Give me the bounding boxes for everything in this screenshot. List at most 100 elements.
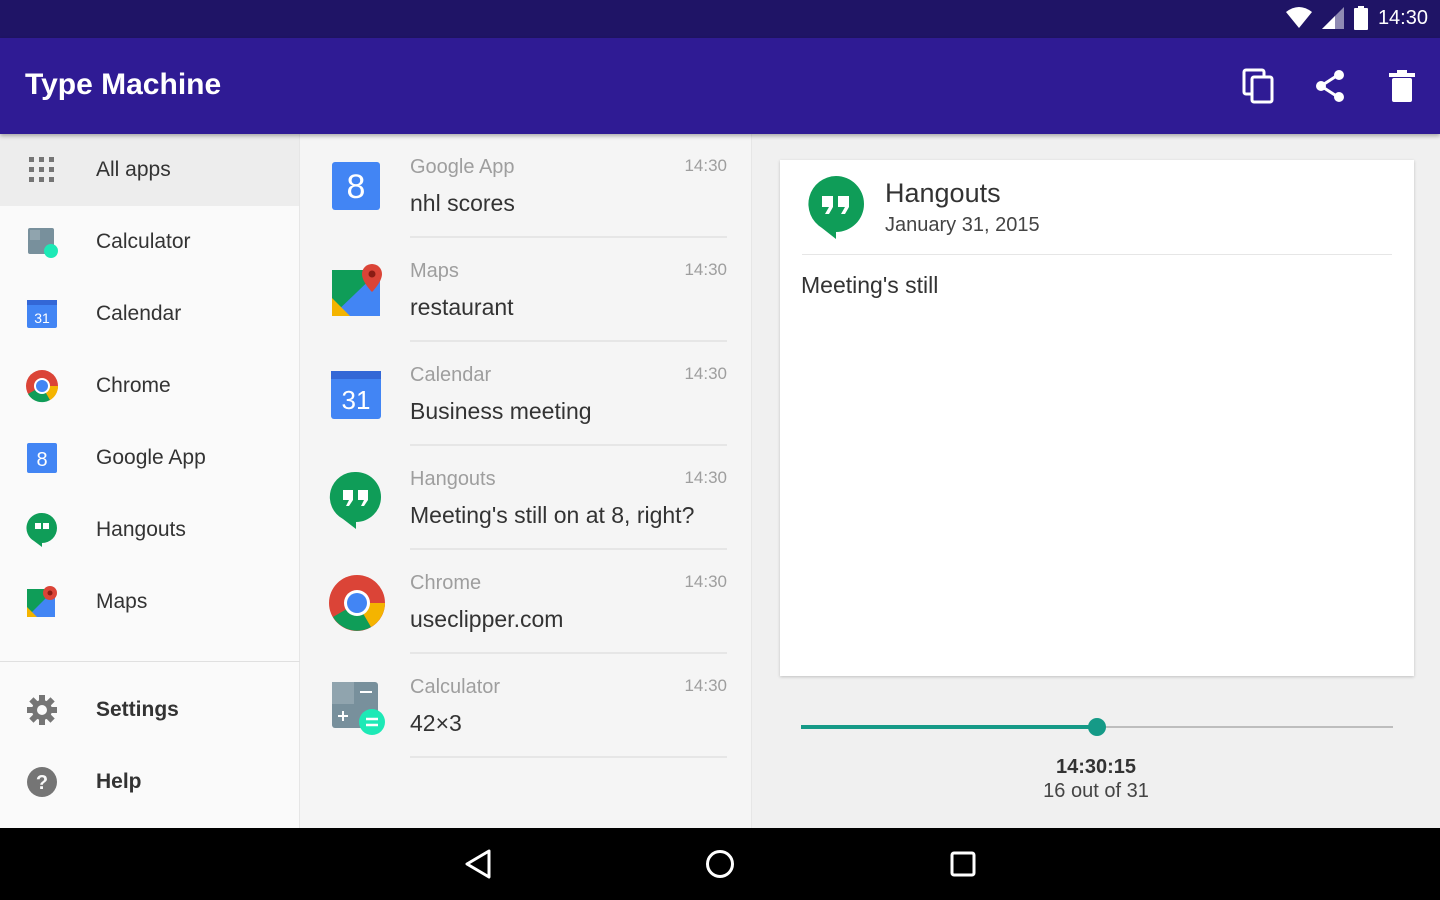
google-app-icon: 8	[328, 158, 384, 214]
svg-text:?: ?	[36, 772, 48, 794]
navigation-bar	[0, 828, 1440, 900]
list-item-app: Chrome	[410, 572, 482, 594]
app-title: Type Machine	[25, 68, 222, 101]
sidebar-item-label: Settings	[96, 698, 179, 721]
calendar-icon-text: 31	[342, 385, 371, 415]
list-item-text: 42×3	[410, 710, 462, 736]
list-item-text: restaurant	[410, 294, 514, 320]
detail-pane: Hangouts January 31, 2015 Meeting's stil…	[752, 134, 1440, 828]
calculator-icon	[24, 224, 60, 260]
google-app-icon-text: 8	[36, 449, 47, 471]
sidebar-item-label: Help	[96, 770, 142, 793]
sidebar: All apps Calculator 31 Calendar Chrome 8…	[0, 134, 300, 828]
calendar-icon: 31	[24, 296, 60, 332]
slider-position-text: 16 out of 31	[1043, 780, 1149, 802]
slider-timestamp: 14:30:15	[1055, 756, 1137, 778]
sidebar-item-label: Chrome	[96, 374, 171, 397]
sidebar-item-calculator[interactable]: Calculator	[0, 206, 299, 278]
calendar-icon-text: 31	[34, 310, 50, 326]
calculator-icon	[328, 678, 385, 735]
sidebar-item-maps[interactable]: Maps	[0, 566, 299, 638]
home-icon	[706, 850, 734, 878]
detail-date: January 31, 2015	[885, 214, 1040, 236]
sidebar-item-all-apps[interactable]: All apps	[0, 134, 299, 206]
hangouts-icon	[24, 512, 60, 548]
detail-divider	[802, 254, 1392, 255]
status-icons: 14:30	[1285, 6, 1428, 30]
delete-button[interactable]	[1382, 66, 1422, 106]
sidebar-item-help[interactable]: ? Help	[0, 746, 300, 818]
detail-app-name: Hangouts	[885, 178, 1001, 208]
chrome-icon	[24, 368, 60, 404]
sidebar-bottom: Settings ? Help	[0, 661, 300, 818]
hangouts-icon	[806, 174, 866, 240]
list-item-time: 14:30	[684, 676, 727, 695]
sidebar-item-label: Calendar	[96, 302, 182, 325]
list-item[interactable]: Calculator 14:30 42×3	[300, 654, 751, 758]
list-item-app: Hangouts	[410, 468, 496, 490]
share-button[interactable]	[1310, 66, 1350, 106]
detail-card: Hangouts January 31, 2015 Meeting's stil…	[780, 160, 1414, 676]
history-slider[interactable]	[801, 718, 1393, 736]
sidebar-item-settings[interactable]: Settings	[0, 674, 300, 746]
list-item[interactable]: 31 Calendar 14:30 Business meeting	[300, 342, 751, 446]
list-item[interactable]: Chrome 14:30 useclipper.com	[300, 550, 751, 654]
detail-body-text[interactable]: Meeting's still	[801, 272, 938, 299]
cell-signal-icon	[1321, 7, 1344, 29]
delete-icon	[1389, 70, 1415, 102]
list-item-time: 14:30	[684, 468, 727, 487]
list-item-time: 14:30	[684, 260, 727, 279]
sidebar-divider	[0, 661, 300, 662]
battery-icon	[1353, 6, 1368, 30]
gear-icon	[24, 692, 60, 728]
back-button[interactable]	[458, 844, 498, 884]
copy-icon	[1242, 68, 1274, 104]
list-item-time: 14:30	[684, 572, 727, 591]
list-item-text: nhl scores	[410, 190, 515, 216]
list-item-app: Google App	[410, 156, 515, 178]
google-app-icon-text: 8	[347, 168, 366, 206]
list-item-time: 14:30	[684, 364, 727, 383]
slider-thumb[interactable]	[1088, 718, 1106, 736]
share-icon	[1316, 70, 1344, 102]
maps-icon	[24, 584, 60, 620]
sidebar-item-calendar[interactable]: 31 Calendar	[0, 278, 299, 350]
hangouts-icon	[328, 470, 384, 529]
back-icon	[465, 849, 491, 879]
recents-button[interactable]	[943, 844, 983, 884]
list-item-time: 14:30	[684, 156, 727, 175]
home-button[interactable]	[700, 844, 740, 884]
wifi-icon	[1285, 7, 1312, 28]
sidebar-item-label: Calculator	[96, 230, 191, 253]
slider-fill	[801, 725, 1097, 729]
list-item[interactable]: Hangouts 14:30 Meeting's still on at 8, …	[300, 446, 751, 550]
sidebar-item-chrome[interactable]: Chrome	[0, 350, 299, 422]
sidebar-item-label: Maps	[96, 590, 148, 613]
list-item[interactable]: Maps 14:30 restaurant	[300, 238, 751, 342]
list-item-app: Maps	[410, 260, 459, 282]
google-app-icon: 8	[24, 440, 60, 476]
calendar-icon: 31	[328, 366, 384, 422]
apps-grid-icon	[24, 152, 60, 188]
chrome-icon	[328, 574, 385, 631]
sidebar-item-label: Google App	[96, 446, 206, 469]
list-item-text: useclipper.com	[410, 606, 564, 632]
list-item-app: Calendar	[410, 364, 492, 386]
list-item-app: Calculator	[410, 676, 501, 698]
recents-icon	[950, 851, 976, 877]
help-icon: ?	[24, 764, 60, 800]
list-divider	[410, 756, 727, 758]
list-item-text: Business meeting	[410, 398, 592, 424]
list-item-text: Meeting's still on at 8, right?	[410, 502, 695, 528]
status-time: 14:30	[1377, 6, 1428, 29]
sidebar-item-label: All apps	[96, 158, 171, 181]
copy-button[interactable]	[1238, 66, 1278, 106]
sidebar-item-hangouts[interactable]: Hangouts	[0, 494, 299, 566]
app-bar-actions	[1238, 66, 1422, 106]
status-bar: 14:30	[0, 0, 1440, 38]
app-bar: Type Machine	[0, 38, 1440, 134]
list-item[interactable]: 8 Google App 14:30 nhl scores	[300, 134, 751, 238]
sidebar-item-google-app[interactable]: 8 Google App	[0, 422, 299, 494]
clipboard-history-list: 8 Google App 14:30 nhl scores Maps 14:30…	[300, 134, 752, 828]
maps-icon	[328, 262, 384, 318]
